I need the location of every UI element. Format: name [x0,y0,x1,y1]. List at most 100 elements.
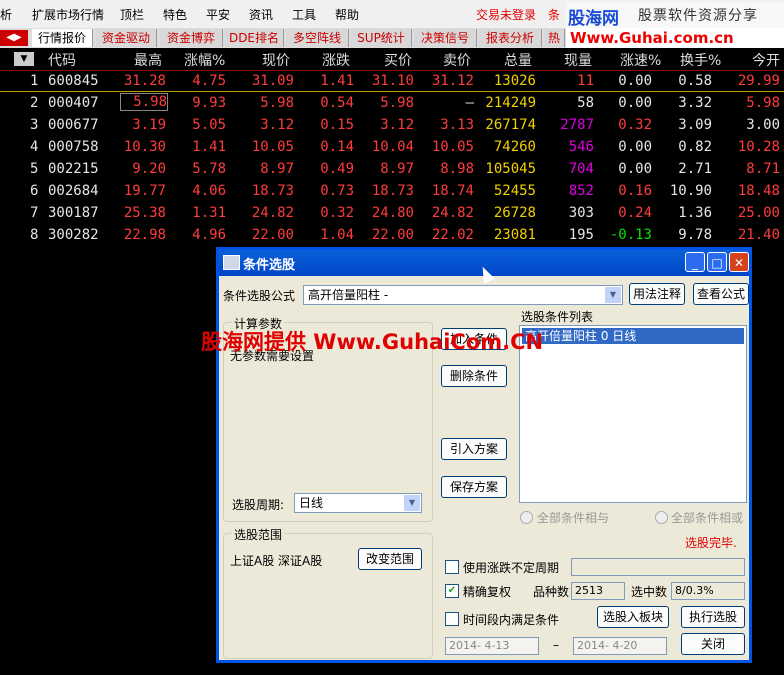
stock-code: 000407 [48,95,99,111]
table-row[interactable]: 3 000677 3.19 5.05 3.12 0.15 3.12 3.13 2… [0,114,784,136]
tab-quotes[interactable]: 行情报价 [32,29,93,47]
close-icon[interactable]: ✕ [729,252,749,272]
cell-current-vol: 303 [568,205,594,221]
table-row[interactable]: 7 300187 25.38 1.31 24.82 0.32 24.80 24.… [0,202,784,224]
cell-speed: 0.24 [618,205,652,221]
tab-capital-game[interactable]: 资金博弈 [160,29,223,47]
cell-current-vol: 58 [577,95,594,111]
date-to-field[interactable]: 2014- 4-20 [573,637,667,655]
menu-item-features[interactable]: 特色 [163,6,187,23]
col-code[interactable]: 代码 [48,50,76,70]
date-from-value: 2014- 4-13 [449,639,510,652]
col-price[interactable]: 现价 [262,50,290,70]
tab-bar: ◀▶ 行情报价 资金驱动 资金博弈 DDE排名 多空阵线 SUP统计 决策信号 … [0,28,784,49]
save-plan-button[interactable]: 保存方案 [441,476,507,498]
row-index: 5 [30,161,39,177]
cell-change: 0.15 [320,117,354,133]
menu-item-tools[interactable]: 工具 [292,6,316,23]
table-row[interactable]: 4 000758 10.30 1.41 10.05 0.14 10.04 10.… [0,136,784,158]
usage-notes-button[interactable]: 用法注释 [629,283,685,305]
tab-capital-drive[interactable]: 资金驱动 [96,29,157,47]
menu-item-extended-market[interactable]: 扩展市场行情 [32,6,104,23]
maximize-icon[interactable]: □ [707,252,727,272]
variable-period-field [571,558,745,576]
cell-turnover: 0.58 [678,73,712,89]
cell-high: 22.98 [123,227,166,243]
table-row[interactable]: 8 300282 22.98 4.96 22.00 1.04 22.00 22.… [0,224,784,246]
col-volume[interactable]: 总量 [504,50,532,70]
close-button[interactable]: 关闭 [681,633,745,655]
cell-high: 9.20 [132,161,166,177]
cell-price: 31.09 [251,73,294,89]
cell-change: 1.04 [320,227,354,243]
row-index: 8 [30,227,39,243]
time-range-checkbox[interactable] [445,612,459,626]
condition-list-title: 选股条件列表 [521,310,594,324]
list-item[interactable]: 高开倍量阳柱 0 日线 [522,328,744,344]
cell-price: 5.98 [260,95,294,111]
col-current-vol[interactable]: 现量 [564,50,592,70]
col-speed[interactable]: 涨速% [620,50,661,70]
tab-bull-bear[interactable]: 多空阵线 [286,29,349,47]
table-row[interactable]: 6 002684 19.77 4.06 18.73 0.73 18.73 18.… [0,180,784,202]
col-ask[interactable]: 卖价 [443,50,471,70]
date-from-field[interactable]: 2014- 4-13 [445,637,539,655]
cell-open: 8.71 [746,161,780,177]
table-row[interactable]: 5 002215 9.20 5.78 8.97 0.49 8.97 8.98 1… [0,158,784,180]
stock-code: 600845 [48,73,99,89]
minimize-icon[interactable]: _ [685,252,705,272]
col-open[interactable]: 今开 [752,50,780,70]
execute-select-button[interactable]: 执行选股 [681,606,745,628]
cell-volume: 267174 [485,117,536,133]
range-group: 选股范围 上证A股 深证A股 改变范围 [223,526,433,659]
cell-pct: 9.93 [192,95,226,111]
period-select[interactable]: 日线 ▼ [294,493,422,513]
delete-condition-button[interactable]: 删除条件 [441,365,507,387]
login-status[interactable]: 交易未登录 [476,6,536,23]
change-range-button[interactable]: 改变范围 [358,548,422,570]
col-bid[interactable]: 买价 [384,50,412,70]
menu-item-help[interactable]: 帮助 [335,6,359,23]
formula-select[interactable]: 高开倍量阳柱 - ▼ [303,285,623,305]
cell-bid: 24.80 [371,205,414,221]
radio-and[interactable] [520,511,533,524]
chevron-down-icon[interactable]: ▼ [404,495,420,511]
view-formula-button[interactable]: 查看公式 [693,283,749,305]
tab-report-analysis[interactable]: 报表分析 [479,29,542,47]
row-index: 3 [30,117,39,133]
condition-list[interactable]: 高开倍量阳柱 0 日线 [519,325,747,503]
cell-change: 0.73 [320,183,354,199]
col-pct[interactable]: 涨幅% [184,50,225,70]
tab-hot[interactable]: 热 [544,29,565,47]
menu-item-news[interactable]: 资讯 [249,6,273,23]
table-row[interactable]: 2 000407 5.98 9.93 5.98 0.54 5.98 – 2142… [0,92,784,114]
chevron-down-icon[interactable]: ▼ [605,287,621,303]
stock-code: 000758 [48,139,99,155]
tab-dde-rank[interactable]: DDE排名 [225,29,284,47]
exact-adjust-checkbox[interactable]: ✔ [445,584,459,598]
import-plan-button[interactable]: 引入方案 [441,438,507,460]
add-to-block-button[interactable]: 选股入板块 [597,606,669,628]
tab-decision-signal[interactable]: 决策信号 [414,29,477,47]
cell-bid: 8.97 [380,161,414,177]
col-turnover[interactable]: 换手% [680,50,721,70]
tab-sup-stats[interactable]: SUP统计 [351,29,412,47]
menu-item-topbar[interactable]: 顶栏 [120,6,144,23]
tab-scroll-arrows-icon[interactable]: ◀▶ [0,30,28,46]
cell-ask: – [465,95,474,111]
cell-volume: 74260 [493,139,536,155]
column-menu-dropdown-icon[interactable]: ▼ [14,52,34,66]
cell-ask: 3.13 [440,117,474,133]
col-change[interactable]: 涨跌 [322,50,350,70]
cell-open: 25.00 [737,205,780,221]
menu-item-analysis[interactable]: 析 [0,6,12,23]
col-high[interactable]: 最高 [134,50,162,70]
menu-item-pingan[interactable]: 平安 [206,6,230,23]
radio-or[interactable] [655,511,668,524]
variable-period-checkbox[interactable] [445,560,459,574]
condition-stock-picker-dialog: 条件选股 _ □ ✕ 条件选股公式 高开倍量阳柱 - ▼ 用法注释 查看公式 计… [216,247,752,663]
table-row[interactable]: 1 600845 31.28 4.75 31.09 1.41 31.10 31.… [0,70,784,92]
cell-bid: 31.10 [371,73,414,89]
formula-label: 条件选股公式 [223,289,296,303]
quote-table-header: ▼ 代码 最高 涨幅% 现价 涨跌 买价 卖价 总量 现量 涨速% 换手% 今开 [0,48,784,71]
